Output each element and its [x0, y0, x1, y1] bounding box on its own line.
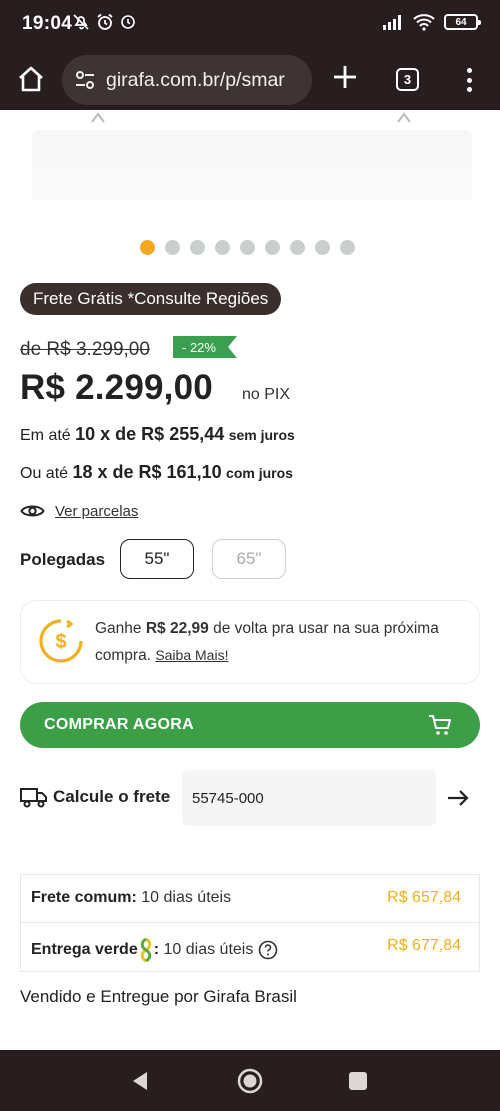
- cashback-card: $ Ganhe R$ 22,99 de volta pra usar na su…: [20, 600, 480, 684]
- green-delivery-icon: [140, 937, 151, 963]
- cart-icon: [429, 715, 451, 735]
- mute-icon: [73, 14, 89, 30]
- url-text[interactable]: girafa.com.br/p/smar: [106, 69, 285, 92]
- clock-icon: [121, 15, 135, 29]
- size-option-55[interactable]: 55": [120, 539, 194, 579]
- new-tab-icon[interactable]: [330, 62, 360, 92]
- address-bar[interactable]: girafa.com.br/p/smar: [62, 55, 312, 105]
- status-notification-icons: [72, 13, 136, 31]
- installment-line: Ou até 18 x de R$ 161,10 com juros: [20, 462, 293, 482]
- shipping-options-table: Frete comum: 10 dias úteis R$ 657,84 Ent…: [20, 874, 480, 972]
- chevron-up-icon: [91, 112, 105, 123]
- home-button-icon[interactable]: [237, 1068, 263, 1094]
- product-page: Frete Grátis *Consulte Regiões de R$ 3.2…: [0, 110, 500, 1050]
- discount-badge: - 22%: [173, 336, 237, 358]
- menu-kebab-icon[interactable]: [466, 68, 472, 92]
- carousel-dot[interactable]: [340, 240, 355, 255]
- back-icon[interactable]: [131, 1071, 149, 1091]
- current-price: R$ 2.299,00: [20, 368, 213, 407]
- carousel-dot[interactable]: [290, 240, 305, 255]
- carousel-dot[interactable]: [265, 240, 280, 255]
- shipping-calc-label: Calcule o frete: [53, 787, 171, 806]
- shipping-calculator: Calcule o frete: [20, 770, 480, 826]
- shipping-price: R$ 657,84: [387, 889, 461, 906]
- free-shipping-badge: Frete Grátis *Consulte Regiões: [20, 283, 282, 315]
- browser-toolbar: girafa.com.br/p/smar 3: [0, 50, 500, 110]
- shipping-option-row: Entrega verde : 10 dias úteis R$ 677,84: [21, 923, 479, 971]
- seller-info: Vendido e Entregue por Girafa Brasil: [20, 987, 297, 1006]
- truck-icon: [20, 788, 47, 808]
- arrow-right-icon[interactable]: [446, 786, 470, 810]
- zip-code-input[interactable]: [182, 770, 436, 826]
- home-icon[interactable]: [16, 64, 46, 94]
- carousel-dot[interactable]: [140, 240, 155, 255]
- size-label: Polegadas: [20, 550, 106, 569]
- wifi-icon: [413, 14, 435, 31]
- carousel-dots[interactable]: [140, 240, 355, 255]
- cashback-text: Ganhe R$ 22,99 de volta pra usar na sua …: [95, 620, 439, 664]
- learn-more-link[interactable]: Saiba Mais!: [155, 647, 228, 663]
- carousel-dot[interactable]: [165, 240, 180, 255]
- recent-apps-icon[interactable]: [349, 1072, 367, 1090]
- battery-icon: 64: [444, 14, 481, 30]
- status-time: 19:04: [22, 13, 73, 34]
- help-icon[interactable]: [258, 940, 278, 960]
- alarm-icon: [97, 13, 113, 30]
- carousel-dot[interactable]: [215, 240, 230, 255]
- svg-text:$: $: [55, 631, 66, 653]
- system-nav-bar: [0, 1050, 500, 1111]
- product-image-carousel[interactable]: [20, 110, 480, 220]
- eye-icon: [20, 505, 45, 517]
- shipping-price: R$ 677,84: [387, 937, 461, 954]
- carousel-dot[interactable]: [240, 240, 255, 255]
- see-installments-link[interactable]: Ver parcelas: [20, 502, 138, 520]
- site-settings-icon[interactable]: [74, 70, 96, 90]
- tab-switcher-button[interactable]: 3: [396, 68, 419, 91]
- old-price: de R$ 3.299,00: [20, 339, 150, 360]
- installment-line: Em até 10 x de R$ 255,44 sem juros: [20, 424, 295, 444]
- shipping-option-row: Frete comum: 10 dias úteis R$ 657,84: [21, 875, 479, 923]
- price-suffix: no PIX: [242, 386, 291, 403]
- carousel-dot[interactable]: [190, 240, 205, 255]
- signal-icon: [383, 15, 401, 30]
- size-option-65[interactable]: 65": [212, 539, 286, 579]
- chevron-up-icon: [397, 112, 411, 123]
- cashback-coin-icon: $: [39, 619, 83, 663]
- carousel-dot[interactable]: [315, 240, 330, 255]
- status-bar: 19:04 64: [0, 0, 500, 50]
- product-image: [32, 130, 472, 200]
- buy-now-button[interactable]: COMPRAR AGORA: [20, 702, 480, 748]
